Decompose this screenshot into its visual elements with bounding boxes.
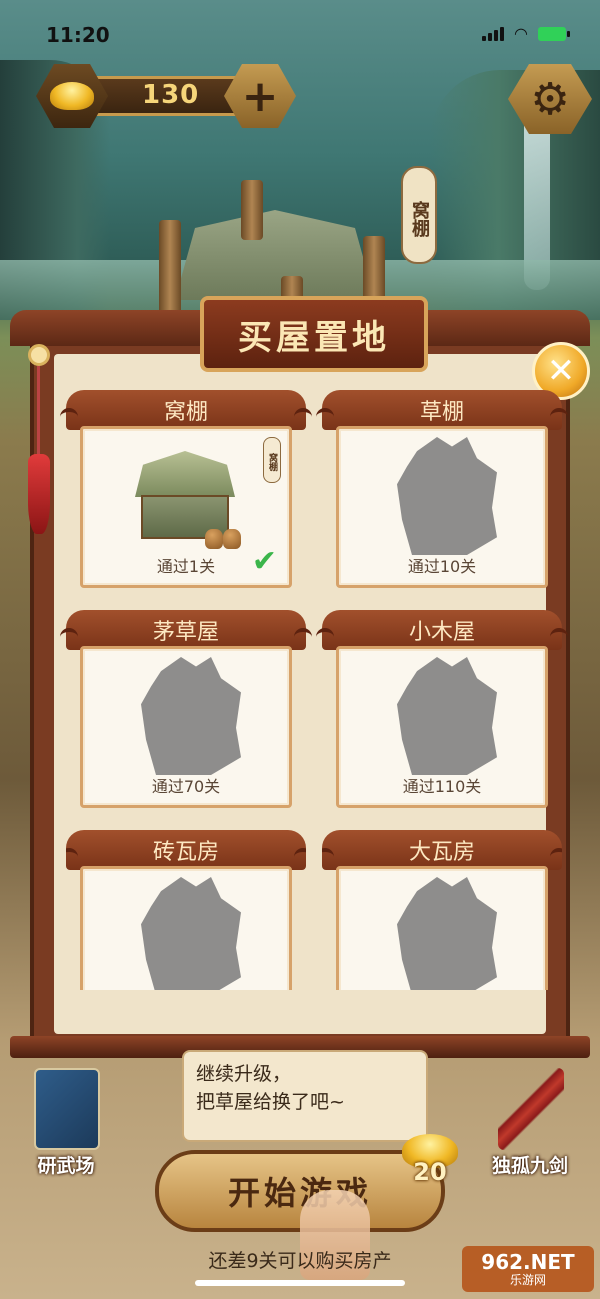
locked-house-silhouette xyxy=(397,437,497,555)
house-card-header: 草棚 xyxy=(316,390,568,430)
house-card-wopeng[interactable]: 窝棚 窝棚 通过1关 ✔ xyxy=(60,390,312,590)
house-card-header: 窝棚 xyxy=(60,390,312,430)
reward-amount: 20 xyxy=(413,1158,447,1186)
house-card-name: 草棚 xyxy=(419,400,464,425)
house-card-header: 小木屋 xyxy=(316,610,568,650)
watermark-line-2: 乐游网 xyxy=(509,1273,546,1287)
tassel-ornament xyxy=(24,344,54,534)
watermark-line-1: 962.NET xyxy=(481,1250,575,1274)
gear-icon: ⚙ xyxy=(530,73,570,125)
house-card-dawafang[interactable]: 大瓦房 xyxy=(322,830,562,990)
start-reward: 20 xyxy=(398,1132,462,1192)
house-card-maocaowu[interactable]: 茅草屋 通过70关 xyxy=(60,610,312,810)
house-card-requirement: 通过10关 xyxy=(407,557,477,576)
book-icon xyxy=(34,1068,100,1150)
modal-title-plaque: 买屋置地 xyxy=(200,296,428,372)
house-card-name: 小木屋 xyxy=(408,620,475,645)
house-card-body: 通过70关 xyxy=(80,646,292,808)
speech-bubble: 继续升级， 把草屋给换了吧~ xyxy=(182,1050,428,1142)
training-ground-label: 研武场 xyxy=(37,1155,95,1177)
checkmark-icon: ✔ xyxy=(251,544,277,579)
house-card-header: 砖瓦房 xyxy=(66,830,306,870)
status-icons: ◠ xyxy=(482,24,570,43)
house-card-caopeng[interactable]: 草棚 通过10关 xyxy=(316,390,568,590)
house-card-body xyxy=(80,866,292,990)
house-card-xiaomuwu[interactable]: 小木屋 通过110关 xyxy=(316,610,568,810)
locked-house-silhouette xyxy=(397,877,497,990)
sword-icon xyxy=(498,1068,564,1150)
cellular-signal-icon xyxy=(482,27,505,41)
locked-house-silhouette xyxy=(141,657,241,775)
add-coins-button[interactable]: + xyxy=(224,64,296,128)
house-card-zhuanwafang[interactable]: 砖瓦房 xyxy=(66,830,306,990)
house-card-requirement: 通过110关 xyxy=(402,777,482,796)
speech-line-1: 继续升级， xyxy=(196,1063,292,1085)
house-card-name: 大瓦房 xyxy=(408,840,475,865)
house-card-name: 窝棚 xyxy=(163,400,208,425)
sword-skill-label: 独孤九剑 xyxy=(491,1155,568,1177)
house-card-body: 通过10关 xyxy=(336,426,548,588)
coin-counter: 130 + xyxy=(36,64,296,128)
house-card-body: 窝棚 通过1关 ✔ xyxy=(80,426,292,588)
close-icon: ✕ xyxy=(546,351,576,391)
watermark-logo: 962.NET 乐游网 xyxy=(462,1246,594,1292)
training-ground-button[interactable]: 研武场 xyxy=(16,1068,116,1178)
hut-image xyxy=(131,439,241,549)
coin-amount: 130 xyxy=(142,80,200,110)
house-mini-sign: 窝棚 xyxy=(263,437,281,483)
gold-ingot-icon xyxy=(36,64,108,128)
house-card-header: 茅草屋 xyxy=(60,610,312,650)
sword-skill-button[interactable]: 独孤九剑 xyxy=(480,1068,580,1178)
buy-house-modal: 买屋置地 ✕ 窝棚 窝棚 通过1关 ✔ 草棚 通过10关 茅草屋 通过70关 小… xyxy=(10,296,590,1058)
scene-house-sign: 窝棚 xyxy=(401,166,437,264)
home-indicator[interactable] xyxy=(195,1280,405,1286)
locked-house-silhouette xyxy=(397,657,497,775)
house-card-name: 砖瓦房 xyxy=(152,840,219,865)
wifi-icon: ◠ xyxy=(514,24,528,43)
house-card-header: 大瓦房 xyxy=(322,830,562,870)
house-card-body: 通过110关 xyxy=(336,646,548,808)
house-card-requirement: 通过70关 xyxy=(151,777,221,796)
house-card-body xyxy=(336,866,548,990)
speech-line-2: 把草屋给换了吧~ xyxy=(196,1091,345,1113)
locked-house-silhouette xyxy=(141,877,241,990)
house-card-name: 茅草屋 xyxy=(152,620,219,645)
modal-title: 买屋置地 xyxy=(238,317,390,358)
status-time: 11:20 xyxy=(46,23,110,47)
battery-icon xyxy=(538,27,570,41)
